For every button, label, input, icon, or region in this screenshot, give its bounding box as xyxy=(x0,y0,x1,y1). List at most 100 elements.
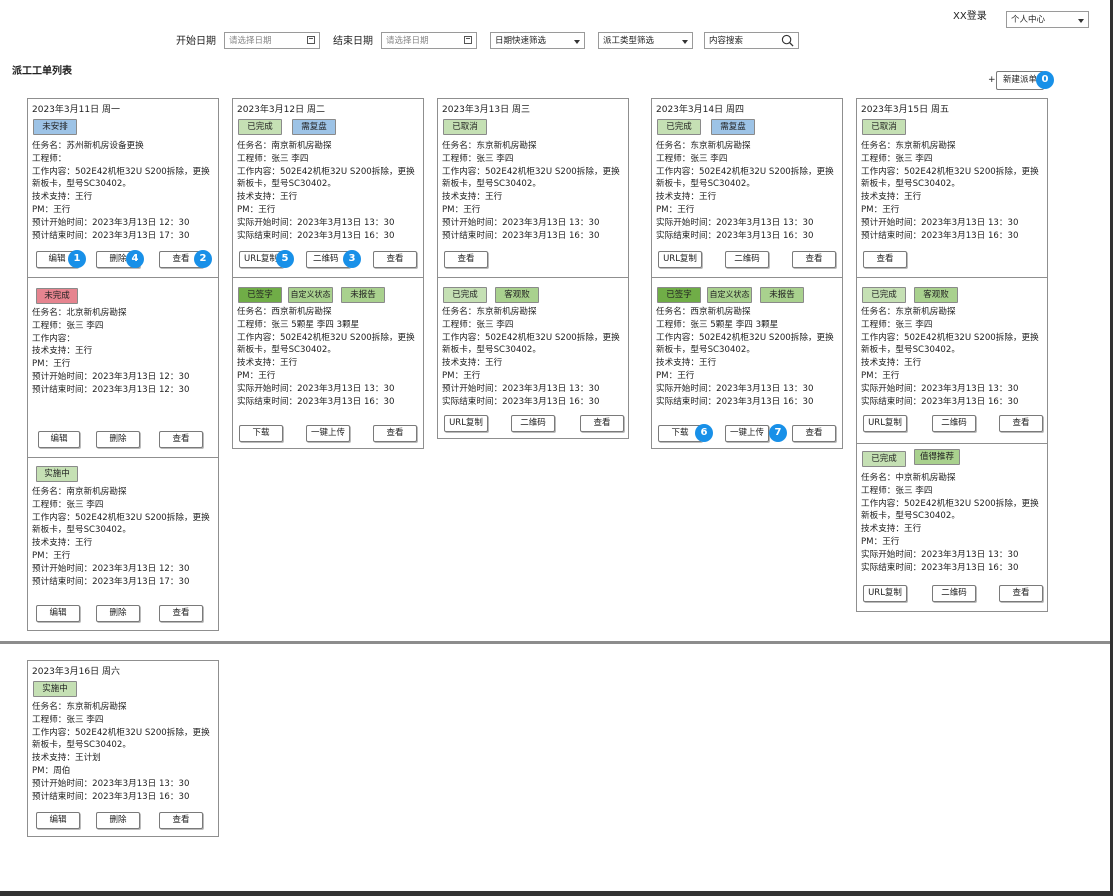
info-line: 技术支持：王行 xyxy=(861,357,1044,370)
personal-center-value: 个人中心 xyxy=(1011,15,1046,25)
info-line: 技术支持：王行 xyxy=(656,191,839,204)
search-icon[interactable] xyxy=(781,34,794,47)
info-text: PM： xyxy=(237,370,259,381)
annotation-badge-3: 3 xyxy=(343,250,361,268)
info-text: 王行 xyxy=(882,536,900,547)
delete-button[interactable]: 删除 xyxy=(96,431,140,448)
qrcode-button[interactable]: 二维码 xyxy=(932,585,976,602)
delete-button[interactable]: 删除 xyxy=(96,812,140,829)
view-button[interactable]: 查看 xyxy=(999,415,1043,432)
view-button[interactable]: 查看 xyxy=(792,425,836,442)
info-line: PM：王行 xyxy=(656,204,839,217)
view-button[interactable]: 查看 xyxy=(444,251,488,268)
status-badge: 未报告 xyxy=(760,287,804,303)
view-button[interactable]: 查看 xyxy=(159,431,203,448)
start-date-field[interactable]: 请选择日期 xyxy=(224,32,320,49)
info-line: 任务名：中京新机房勘探 xyxy=(861,472,1044,485)
info-text: 实际开始时间： xyxy=(861,549,922,560)
info-text: 2023年3月13日 16：30 xyxy=(502,396,600,407)
info-line: 工程师：张三 5颗星 李四 3颗星 xyxy=(237,319,420,332)
info-text: 实际开始时间： xyxy=(237,383,298,394)
info-line: PM：王行 xyxy=(32,550,215,563)
info-text: 张三 李四 xyxy=(690,153,728,164)
order-info: 任务名：南京新机房勘探 工程师：张三 李四 工作内容：502E42机柜32U S… xyxy=(32,486,215,588)
personal-center-select[interactable]: 个人中心 xyxy=(1006,11,1089,28)
info-text: 2023年3月13日 16：30 xyxy=(297,230,395,241)
info-text: PM： xyxy=(656,370,678,381)
info-text: 实际结束时间： xyxy=(237,230,298,241)
info-line: 预计开始时间：2023年3月13日 12：30 xyxy=(32,371,215,384)
view-button[interactable]: 查看 xyxy=(159,812,203,829)
info-text: 工作内容： xyxy=(32,727,75,738)
upload-button[interactable]: 一键上传 xyxy=(725,425,769,442)
delete-button[interactable]: 删除 xyxy=(96,605,140,622)
status-badge: 未报告 xyxy=(341,287,385,303)
info-line: PM：王行 xyxy=(861,370,1044,383)
content-search-input[interactable]: 内容搜索 xyxy=(704,32,799,49)
end-date-field[interactable]: 请选择日期 xyxy=(381,32,477,49)
info-text: 新板卡，型号SC30402。 xyxy=(32,740,131,751)
info-line: 工程师：张三 李四 xyxy=(442,153,625,166)
view-button[interactable]: 查看 xyxy=(863,251,907,268)
info-text: 王行 xyxy=(258,204,276,215)
download-button[interactable]: 下载 xyxy=(239,425,283,442)
view-button[interactable]: 查看 xyxy=(159,605,203,622)
info-text: 工程师： xyxy=(32,499,67,510)
info-line: 工作内容：502E42机柜32U S200拆除，更换 xyxy=(861,166,1044,179)
date-quick-filter-select[interactable]: 日期快速筛选 xyxy=(490,32,585,49)
info-line: 工作内容：502E42机柜32U S200拆除，更换 xyxy=(656,332,839,345)
info-text: 王行 xyxy=(53,550,71,561)
info-line: PM：王行 xyxy=(237,204,420,217)
upload-button[interactable]: 一键上传 xyxy=(306,425,350,442)
qrcode-button[interactable]: 二维码 xyxy=(725,251,769,268)
edit-button[interactable]: 编辑 xyxy=(38,431,80,448)
info-text: 2023年3月13日 16：30 xyxy=(502,230,600,241)
info-text: 东京新机房勘探 xyxy=(895,307,956,317)
info-line: 任务名：南京新机房勘探 xyxy=(237,140,420,153)
view-button[interactable]: 查看 xyxy=(580,415,624,432)
qrcode-button[interactable]: 二维码 xyxy=(932,415,976,432)
info-text: 2023年3月13日 12：30 xyxy=(92,217,190,228)
type-filter-select[interactable]: 派工类型筛选 xyxy=(598,32,693,49)
day-card-0315: 2023年3月15日 周五 已取消 任务名：东京新机房勘探 工程师：张三 李四 … xyxy=(856,98,1048,612)
start-date-label: 开始日期 xyxy=(176,36,216,47)
day-card-0311: 2023年3月11日 周一 未安排 任务名：苏州新机房设备更换 工程师： 工作内… xyxy=(27,98,219,631)
info-text: 工程师： xyxy=(32,714,67,725)
info-text: 东京新机房勘探 xyxy=(476,141,537,151)
edit-button[interactable]: 编辑 xyxy=(36,605,80,622)
info-text: 新板卡，型号SC30402。 xyxy=(861,179,960,190)
view-button[interactable]: 查看 xyxy=(792,251,836,268)
info-text: 新板卡，型号SC30402。 xyxy=(656,179,755,190)
view-button[interactable]: 查看 xyxy=(999,585,1043,602)
info-line: 工程师：张三 李四 xyxy=(32,499,215,512)
info-text: 2023年3月13日 16：30 xyxy=(716,396,814,407)
info-text: 实际结束时间： xyxy=(442,396,503,407)
info-text: 任务名： xyxy=(442,141,477,151)
info-text: 2023年3月13日 16：30 xyxy=(92,791,190,802)
qrcode-button[interactable]: 二维码 xyxy=(511,415,555,432)
user-login-label[interactable]: XX登录 xyxy=(953,7,987,22)
view-button[interactable]: 查看 xyxy=(373,251,417,268)
info-text: 2023年3月13日 13：30 xyxy=(502,217,600,228)
order-divider xyxy=(652,277,842,278)
info-line: PM：周伯 xyxy=(32,765,215,778)
url-copy-button[interactable]: URL复制 xyxy=(444,415,488,432)
info-text: 工作内容： xyxy=(32,512,75,523)
info-line: 新板卡，型号SC30402。 xyxy=(656,344,839,357)
day-card-0314: 2023年3月14日 周四 已完成 需复盘 任务名：东京新机房勘探 工程师：张三… xyxy=(651,98,843,449)
info-line: 工程师：张三 5颗星 李四 3颗星 xyxy=(656,319,839,332)
edit-button[interactable]: 编辑 xyxy=(36,812,80,829)
info-text: 2023年3月13日 17：30 xyxy=(92,576,190,587)
info-text: 王行 xyxy=(882,370,900,381)
view-button[interactable]: 查看 xyxy=(373,425,417,442)
info-line: 预计开始时间：2023年3月13日 12：30 xyxy=(32,217,215,230)
url-copy-button[interactable]: URL复制 xyxy=(863,585,907,602)
info-line: 预计结束时间：2023年3月13日 16：30 xyxy=(861,230,1044,243)
info-text: 实际结束时间： xyxy=(656,396,717,407)
url-copy-button[interactable]: URL复制 xyxy=(863,415,907,432)
info-text: 502E42机柜32U S200拆除，更换 xyxy=(698,332,834,343)
url-copy-button[interactable]: URL复制 xyxy=(658,251,702,268)
info-text: 工程师： xyxy=(656,153,691,164)
status-badge: 已取消 xyxy=(443,119,487,135)
info-line: 任务名：南京新机房勘探 xyxy=(32,486,215,499)
